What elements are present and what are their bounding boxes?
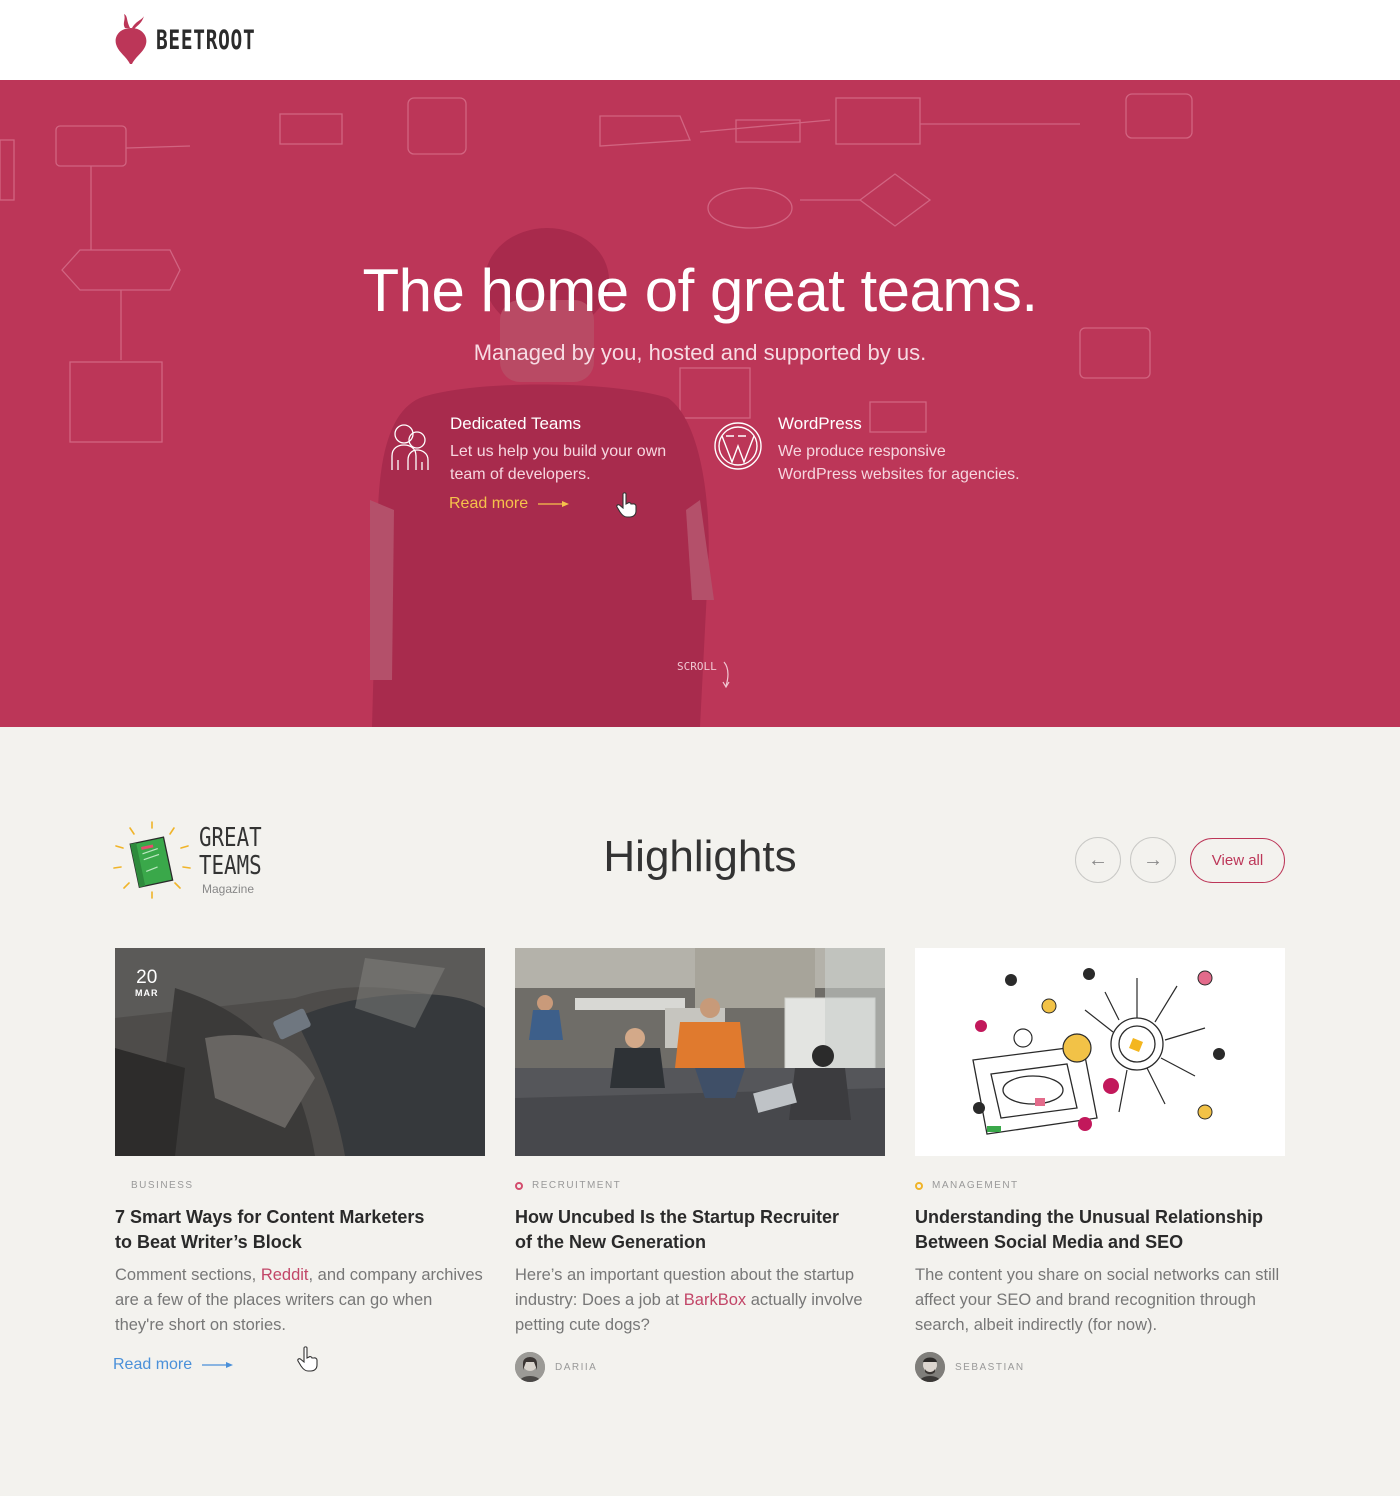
hero-section: The home of great teams. Managed by you,… [0,80,1400,727]
view-all-button[interactable]: View all [1190,838,1285,883]
article-card[interactable]: MANAGEMENT Understanding the Unusual Rel… [915,948,1285,1382]
article-title[interactable]: 7 Smart Ways for Content Marketers to Be… [115,1205,485,1255]
article-excerpt: The content you share on social networks… [915,1266,1280,1334]
article-title-line: of the New Generation [515,1232,707,1252]
article-category[interactable]: BUSINESS [131,1180,194,1191]
barkbox-link[interactable]: BarkBox [684,1291,746,1309]
scroll-arrow-icon [722,661,730,688]
hero-background-illustration [0,93,1193,727]
next-button[interactable]: → [1130,837,1176,883]
arrow-left-icon: ← [1088,848,1108,871]
article-title-line: to Beat Writer’s Block [115,1232,302,1252]
read-more-label: Read more [449,495,529,512]
article-read-more-link[interactable]: Read more [113,1356,234,1374]
board-game-illustration [972,968,1225,1135]
article-category[interactable]: MANAGEMENT [915,1180,1019,1191]
brand-name: BEETROOT [156,24,256,56]
author-name: SEBASTIAN [955,1361,1025,1373]
dedicated-teams-read-more-link[interactable]: Read more [449,495,570,513]
feature-description-line: team of developers. [450,466,591,483]
feature-description: We produce responsive WordPress websites… [778,440,1020,486]
logo[interactable]: BEETROOT [112,14,294,66]
wordpress-icon [714,422,762,470]
article-image[interactable] [915,948,1285,1156]
arrow-right-icon [538,501,570,507]
reddit-link[interactable]: Reddit [261,1266,309,1284]
avatar [515,1352,545,1382]
arrow-right-icon [202,1362,234,1368]
magazine-subtitle: Magazine [202,882,255,896]
article-image[interactable]: 20 MAR [115,948,485,1156]
hand-cursor-icon [616,492,637,518]
author-avatar-image [515,1352,545,1382]
date-month: MAR [135,988,159,998]
article-title[interactable]: Understanding the Unusual Relationship B… [915,1205,1285,1255]
article-title-line: Understanding the Unusual Relationship [915,1207,1264,1227]
hero-subtitle: Managed by you, hosted and supported by … [473,340,927,365]
article-author[interactable]: DARIIA [515,1352,597,1382]
office-meeting-image [515,948,885,1156]
site-header: BEETROOT [0,0,1400,80]
feature-description-line: We produce responsive [778,443,946,460]
category-dot-icon [515,1181,523,1190]
feature-title: WordPress [778,414,862,433]
feature-description-line: WordPress websites for agencies. [778,466,1020,483]
scroll-label: SCROLL [677,660,717,673]
scroll-indicator[interactable]: SCROLL [677,660,731,688]
category-label: MANAGEMENT [932,1180,1019,1191]
people-icon [391,424,429,470]
category-dot-icon [915,1181,923,1190]
feature-description: Let us help you build your own team of d… [450,440,666,486]
category-label: BUSINESS [131,1180,194,1191]
date-day: 20 [136,967,158,988]
feature-description-line: Let us help you build your own [450,443,667,460]
article-excerpt: Comment sections, Reddit, and company ar… [115,1263,485,1338]
article-card[interactable]: 20 MAR BUSINESS 7 Smart Ways for Content… [113,948,485,1373]
arrow-right-icon: → [1143,848,1163,871]
view-all-label: View all [1211,852,1264,869]
article-excerpt: Here’s an important question about the s… [515,1263,885,1338]
excerpt-text: Comment sections, [115,1266,261,1284]
article-author[interactable]: SEBASTIAN [915,1352,1025,1382]
author-name: DARIIA [555,1361,598,1373]
category-label: RECRUITMENT [532,1180,622,1191]
date-badge: 20 MAR [135,967,159,999]
previous-button[interactable]: ← [1075,837,1121,883]
article-title[interactable]: How Uncubed Is the Startup Recruiter of … [515,1205,885,1255]
people-with-phone-image [115,948,485,1156]
avatar [915,1352,945,1382]
author-avatar-image [915,1352,945,1382]
hand-cursor-icon [297,1346,318,1372]
beetroot-icon [115,14,147,64]
article-card[interactable]: RECRUITMENT How Uncubed Is the Startup R… [515,948,885,1382]
article-title-line: 7 Smart Ways for Content Marketers [115,1207,425,1227]
article-image[interactable] [515,948,885,1156]
article-title-line: How Uncubed Is the Startup Recruiter [515,1207,840,1227]
article-category[interactable]: RECRUITMENT [515,1180,621,1191]
feature-title: Dedicated Teams [450,414,582,433]
article-title-line: Between Social Media and SEO [915,1232,1184,1252]
hero-title: The home of great teams. [362,257,1038,324]
read-more-label: Read more [113,1356,193,1373]
